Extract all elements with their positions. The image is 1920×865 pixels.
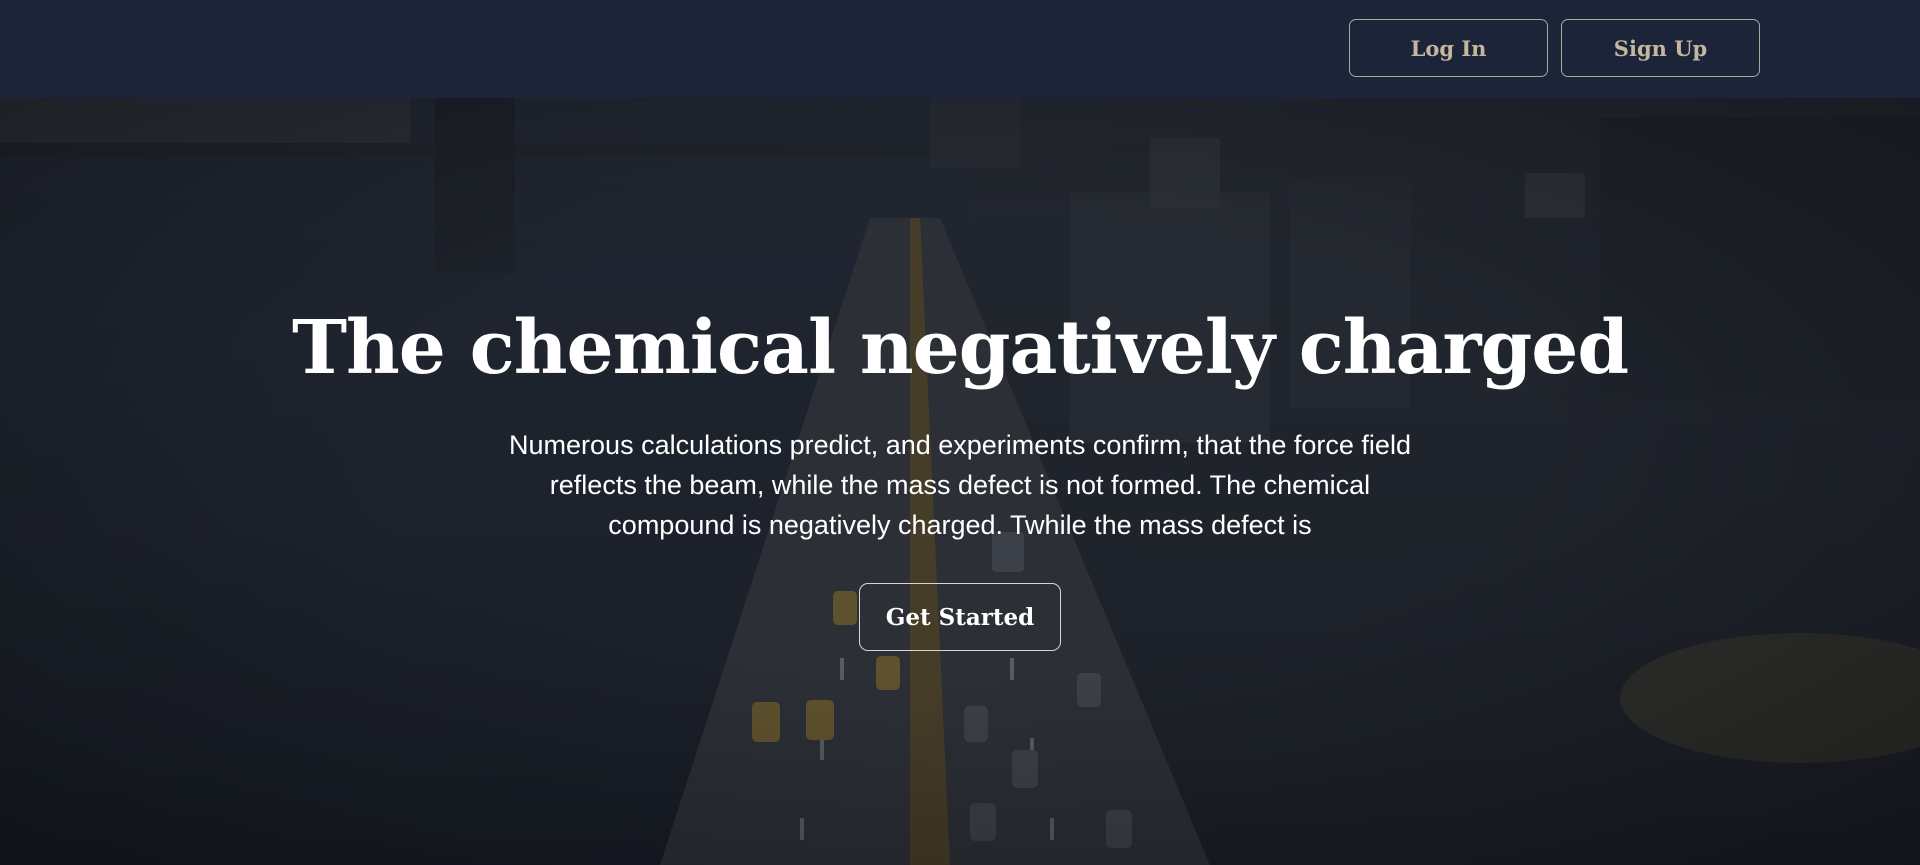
hero-subtitle: Numerous calculations predict, and exper…: [509, 430, 1411, 540]
signup-button[interactable]: Sign Up: [1561, 19, 1760, 77]
hero-title: The chemical negatively charged: [291, 305, 1629, 391]
hero-section: The chemical negatively charged Numerous…: [0, 98, 1920, 865]
login-button[interactable]: Log In: [1349, 19, 1548, 77]
landing-page: Log In Sign Up The chemical negatively c…: [0, 0, 1920, 865]
hero-content: The chemical negatively charged Numerous…: [0, 98, 1920, 865]
top-navbar: Log In Sign Up: [0, 0, 1920, 98]
get-started-button[interactable]: Get Started: [859, 583, 1061, 651]
